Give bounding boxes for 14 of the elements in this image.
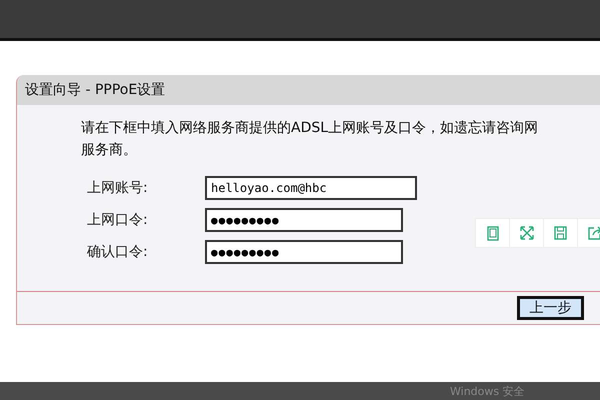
field-label: 上网口令: <box>87 211 149 229</box>
password-field[interactable]: ●●●●●●●●● <box>205 240 403 264</box>
instruction-text: 服务商。 <box>81 141 137 160</box>
password-field[interactable]: ●●●●●●●●● <box>205 208 403 232</box>
back-button[interactable]: 上一步 <box>517 296 584 320</box>
save-icon[interactable] <box>554 226 567 240</box>
tablet-icon[interactable] <box>486 226 498 240</box>
instruction-text: 请在下框中填入网络服务商提供的ADSL上网账号及口令，如遗忘请咨询网 <box>81 119 538 138</box>
share-icon[interactable] <box>588 226 600 240</box>
field-label: 确认口令: <box>87 243 149 261</box>
expand-icon[interactable] <box>520 226 534 240</box>
account-field[interactable]: helloyao.com@hbc <box>205 176 417 200</box>
field-label: 上网账号: <box>87 179 149 197</box>
panel-title: 设置向导 - PPPoE设置 <box>17 75 600 105</box>
